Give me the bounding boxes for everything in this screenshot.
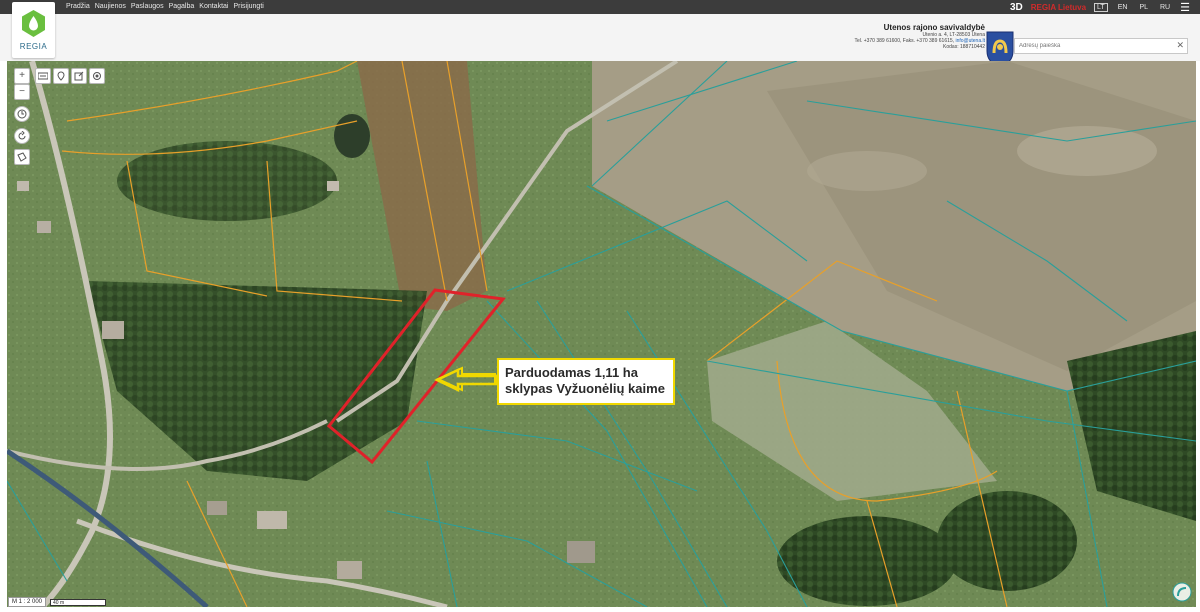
- map-corner-icon[interactable]: [1172, 582, 1192, 602]
- nav-link-home[interactable]: Pradžia: [66, 3, 90, 10]
- regia-logo-icon: [22, 10, 45, 37]
- locate-icon[interactable]: [89, 68, 105, 84]
- regia-logo[interactable]: REGIA: [12, 2, 55, 58]
- arrow-left-icon: [434, 368, 498, 392]
- layers-icon[interactable]: [35, 68, 51, 84]
- nav-link-services[interactable]: Paslaugos: [131, 3, 164, 10]
- zoom-out-icon[interactable]: −: [14, 84, 30, 100]
- history-icon[interactable]: [14, 106, 30, 122]
- scale-ratio: M 1 : 2 000: [8, 597, 47, 607]
- nav-links: Pradžia Naujienos Paslaugos Pagalba Kont…: [66, 3, 264, 10]
- municipality-phone: Tel. +370 389 61600, Faks. +370 389 6161…: [854, 38, 956, 44]
- zoom-in-icon[interactable]: +: [14, 68, 30, 84]
- close-icon[interactable]: ✕: [1176, 40, 1184, 51]
- regia-lietuva-link[interactable]: REGIA Lietuva: [1031, 3, 1086, 12]
- municipality-info: Utenos rajono savivaldybė Utenio a. 4, L…: [855, 23, 985, 50]
- lang-en[interactable]: EN: [1116, 4, 1130, 11]
- lang-ru[interactable]: RU: [1158, 4, 1172, 11]
- lang-lt[interactable]: LT: [1094, 2, 1108, 12]
- municipality-name: Utenos rajono savivaldybė: [883, 23, 985, 32]
- nav-link-contacts[interactable]: Kontaktai: [199, 3, 228, 10]
- nav-link-help[interactable]: Pagalba: [169, 3, 195, 10]
- map-canvas[interactable]: [7, 61, 1196, 607]
- annotation-line-2: sklypas Vyžuonėlių kaime: [505, 381, 665, 396]
- lang-pl[interactable]: PL: [1137, 4, 1150, 11]
- nav-link-login[interactable]: Prisijungti: [233, 3, 263, 10]
- pin-icon[interactable]: [53, 68, 69, 84]
- sale-annotation-box: Parduodamas 1,11 ha sklypas Vyžuonėlių k…: [497, 358, 675, 405]
- address-search-input[interactable]: [1014, 38, 1188, 54]
- header: Utenos rajono savivaldybė Utenio a. 4, L…: [0, 14, 1200, 67]
- top-nav-bar: Pradžia Naujienos Paslaugos Pagalba Kont…: [0, 0, 1200, 14]
- 3d-button[interactable]: 3D: [1010, 2, 1023, 13]
- refresh-icon[interactable]: [14, 128, 30, 144]
- measure-icon[interactable]: [14, 149, 30, 165]
- scale-bar: 40 m: [50, 598, 107, 606]
- edit-icon[interactable]: [71, 68, 87, 84]
- hamburger-icon[interactable]: ☰: [1180, 1, 1190, 14]
- logo-text: REGIA: [19, 42, 48, 51]
- aerial-photo: [7, 61, 1196, 607]
- annotation-line-1: Parduodamas 1,11 ha: [505, 365, 638, 380]
- municipality-code: Kodas: 188710442: [943, 44, 985, 50]
- map-scale: M 1 : 2 000 40 m: [8, 597, 107, 607]
- nav-link-news[interactable]: Naujienos: [95, 3, 126, 10]
